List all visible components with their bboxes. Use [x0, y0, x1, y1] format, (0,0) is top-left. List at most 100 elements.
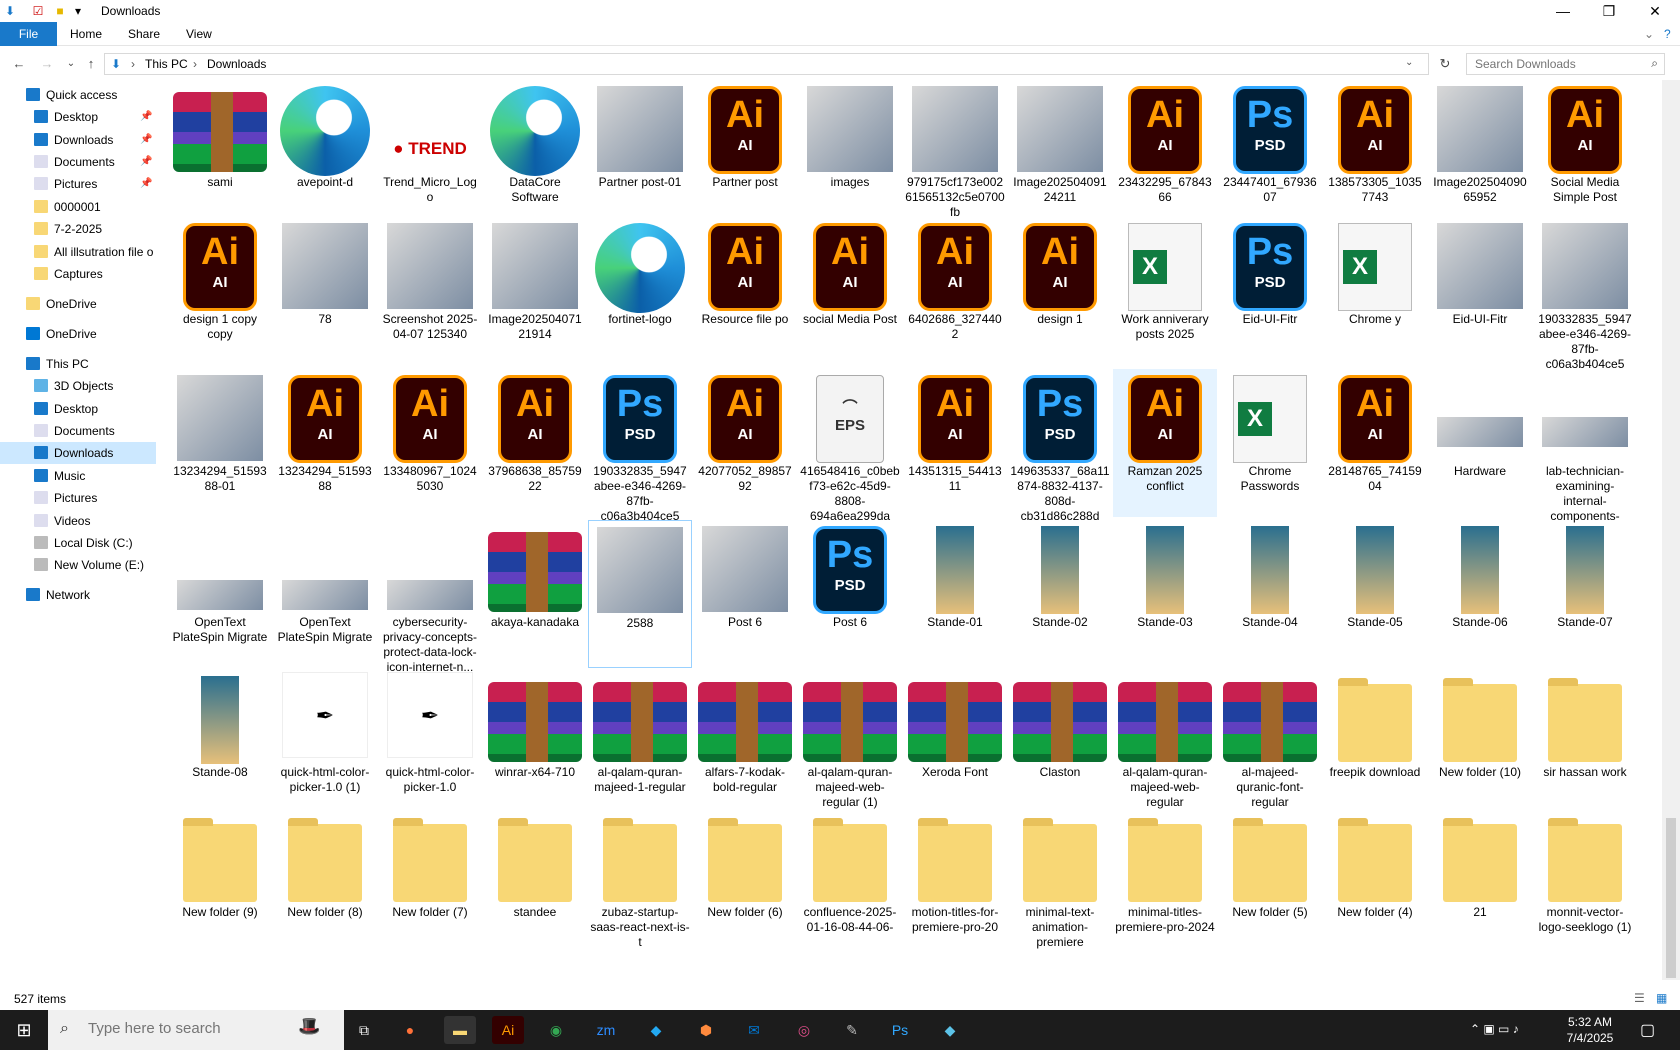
file-item[interactable]: al-qalam-quran-majeed-1-regular — [588, 670, 692, 818]
file-item[interactable]: 21 — [1428, 810, 1532, 980]
file-item[interactable]: Xeroda Font — [903, 670, 1007, 818]
task-view-icon[interactable]: ⧉ — [348, 1016, 380, 1044]
file-item[interactable]: 13234294_5159388-01 — [168, 369, 272, 517]
file-item[interactable]: monnit-vector-logo-seeklogo (1) — [1533, 810, 1637, 980]
file-item[interactable]: Stande-03 — [1113, 520, 1217, 668]
file-item[interactable]: akaya-kanadaka — [483, 520, 587, 668]
taskbar-search-input[interactable] — [88, 1020, 288, 1037]
file-item[interactable]: New folder (8) — [273, 810, 377, 980]
close-button[interactable]: ✕ — [1632, 0, 1678, 22]
file-item[interactable]: Ai AI social Media Post — [798, 217, 902, 365]
file-item[interactable]: winrar-x64-710 — [483, 670, 587, 818]
firefox-icon[interactable]: ● — [394, 1016, 426, 1044]
file-item[interactable]: Ai AI 133480967_10245030 — [378, 369, 482, 517]
sidebar-item-pictures[interactable]: Pictures 📌 — [0, 173, 156, 195]
file-item[interactable]: 2588 — [588, 520, 692, 668]
sidebar-item-new-volume-e[interactable]: New Volume (E:) — [0, 554, 156, 576]
back-button[interactable]: ← — [10, 55, 28, 73]
file-item[interactable]: minimal-text-animation-premiere — [1008, 810, 1112, 980]
file-item[interactable]: motion-titles-for-premiere-pro-20 — [903, 810, 1007, 980]
pin-icon[interactable]: 📌 — [140, 106, 152, 128]
up-button[interactable]: ↑ — [82, 55, 100, 73]
notifications-icon[interactable]: ▢ — [1640, 1020, 1655, 1040]
file-item[interactable]: Stande-06 — [1428, 520, 1532, 668]
file-item[interactable]: Ai AI Social Media Simple Post — [1533, 80, 1637, 228]
sidebar-item-pc-pictures[interactable]: Pictures — [0, 487, 156, 509]
sidebar-item-pc-documents[interactable]: Documents — [0, 420, 156, 442]
address-dropdown-icon[interactable]: ⌄ — [1405, 57, 1413, 68]
system-tray-icons[interactable]: ⌃ ▣ ▭ ♪ — [1470, 1022, 1519, 1036]
file-item[interactable]: New folder (5) — [1218, 810, 1322, 980]
search-icon[interactable]: ⌕ — [1651, 56, 1658, 71]
file-item[interactable]: Stande-04 — [1218, 520, 1322, 668]
file-item[interactable]: Post 6 — [693, 520, 797, 668]
file-item[interactable]: New folder (4) — [1323, 810, 1427, 980]
clock[interactable]: 5:32 AM 7/4/2025 — [1560, 1014, 1620, 1046]
tab-home[interactable]: Home — [56, 22, 116, 46]
file-item[interactable]: images — [798, 80, 902, 228]
sidebar-item-3d-objects[interactable]: 3D Objects — [0, 375, 156, 397]
sidebar-item-network[interactable]: Network — [0, 584, 156, 606]
sidebar-item-quick-access[interactable]: Quick access — [0, 84, 156, 106]
file-item[interactable]: Stande-07 — [1533, 520, 1637, 668]
minimize-button[interactable]: — — [1540, 0, 1586, 22]
sidebar-item-pc-downloads[interactable]: Downloads — [0, 442, 156, 464]
vscode-icon[interactable]: ◆ — [640, 1016, 672, 1044]
file-item[interactable]: Ps PSD Post 6 — [798, 520, 902, 668]
file-item[interactable]: avepoint-d — [273, 80, 377, 228]
file-item[interactable]: Claston — [1008, 670, 1112, 818]
tab-view[interactable]: View — [172, 22, 226, 46]
file-item[interactable]: Screenshot 2025-04-07 125340 — [378, 217, 482, 365]
file-item[interactable]: sir hassan work — [1533, 670, 1637, 818]
pin-icon[interactable]: 📌 — [140, 173, 152, 195]
file-item[interactable]: New folder (7) — [378, 810, 482, 980]
bitnami-icon[interactable]: ⬢ — [690, 1016, 722, 1044]
sidebar-item-desktop[interactable]: Desktop 📌 — [0, 106, 156, 128]
sidebar-item-folder-all-illustration[interactable]: All illsutration file o — [0, 241, 156, 263]
file-item[interactable]: New folder (10) — [1428, 670, 1532, 818]
file-item[interactable]: al-qalam-quran-majeed-web-regular — [1113, 670, 1217, 818]
search-input[interactable] — [1475, 57, 1635, 71]
zoom-icon[interactable]: zm — [590, 1016, 622, 1044]
file-item[interactable]: Ai AI 37968638_8575922 — [483, 369, 587, 517]
file-item[interactable]: Ai AI design 1 copy copy — [168, 217, 272, 365]
sidebar-item-pc-desktop[interactable]: Desktop — [0, 398, 156, 420]
file-item[interactable]: OpenText PlateSpin Migrate — [168, 520, 272, 668]
sidebar-item-folder-7-2-2025[interactable]: 7-2-2025 — [0, 218, 156, 240]
sidebar-item-documents[interactable]: Documents 📌 — [0, 151, 156, 173]
breadcrumb-this-pc[interactable]: This PC — [145, 57, 188, 71]
windows-start-icon[interactable]: ⊞ — [8, 1016, 40, 1044]
file-item[interactable]: Ai AI 14351315_5441311 — [903, 369, 1007, 517]
file-item[interactable]: Partner post-01 — [588, 80, 692, 228]
help-icon[interactable]: ? — [1650, 22, 1680, 46]
sidebar-item-folder-captures[interactable]: Captures — [0, 263, 156, 285]
file-item[interactable]: Ai AI Partner post — [693, 80, 797, 228]
file-item[interactable]: Ai AI 23432295_6784366 — [1113, 80, 1217, 228]
quick-access-down-icon[interactable]: ⬇ — [2, 3, 18, 19]
photoshop-taskbar-icon[interactable]: Ps — [884, 1016, 916, 1044]
file-item[interactable]: al-majeed-quranic-font-regular — [1218, 670, 1322, 818]
file-item[interactable]: Ai AI 6402686_3274402 — [903, 217, 1007, 365]
details-view-icon[interactable]: ☰ — [1634, 991, 1645, 1005]
file-item[interactable]: Stande-05 — [1323, 520, 1427, 668]
file-item[interactable]: Ai AI 138573305_10357743 — [1323, 80, 1427, 228]
file-item[interactable]: Image20250409124211 — [1008, 80, 1112, 228]
file-item[interactable]: Stande-01 — [903, 520, 1007, 668]
file-item[interactable]: New folder (9) — [168, 810, 272, 980]
file-item[interactable]: X Work anniverary posts 2025 — [1113, 217, 1217, 365]
file-item[interactable]: Ps PSD 190332835_5947abee-e346-4269-87fb-c… — [588, 369, 692, 523]
file-item[interactable]: OpenText PlateSpin Migrate — [273, 520, 377, 668]
file-item[interactable]: freepik download — [1323, 670, 1427, 818]
sidebar-item-onedrive-2[interactable]: OneDrive — [0, 323, 156, 345]
sidebar-item-local-disk-c[interactable]: Local Disk (C:) — [0, 532, 156, 554]
file-item[interactable]: Image20250409065952 — [1428, 80, 1532, 228]
file-item[interactable]: Ai AI design 1 — [1008, 217, 1112, 365]
file-item[interactable]: minimal-titles-premiere-pro-2024 — [1113, 810, 1217, 980]
large-icons-view-icon[interactable]: ▦ — [1656, 991, 1667, 1005]
breadcrumb-downloads[interactable]: Downloads — [207, 57, 266, 71]
file-item[interactable]: 78 — [273, 217, 377, 365]
file-item[interactable]: cybersecurity-privacy-concepts-protect-d… — [378, 520, 482, 674]
file-item[interactable]: zubaz-startup-saas-react-next-is-t — [588, 810, 692, 980]
customize-toolbar-icon[interactable]: ▾ — [70, 3, 86, 19]
refresh-icon[interactable]: ↻ — [1436, 55, 1454, 73]
